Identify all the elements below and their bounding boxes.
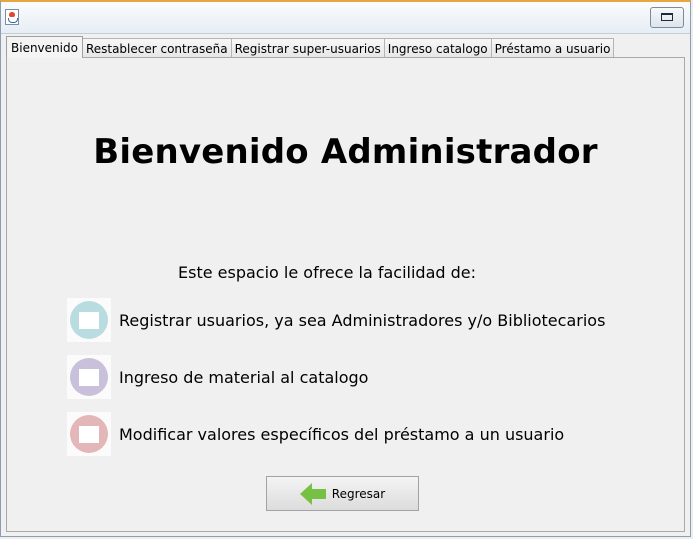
tab-bienvenido[interactable]: Bienvenido	[6, 36, 83, 58]
page-title: Bienvenido Administrador	[93, 132, 598, 172]
back-arrow-icon	[299, 482, 326, 505]
back-button[interactable]: Regresar	[266, 476, 419, 511]
feature-item-modify-loan: Modificar valores específicos del présta…	[67, 412, 564, 456]
back-button-label: Regresar	[331, 486, 386, 501]
feature-icon-box	[67, 355, 111, 399]
feature-icon-box	[67, 412, 111, 456]
java-app-icon[interactable]	[5, 9, 19, 25]
tab-registrar-super-usuarios[interactable]: Registrar super-usuarios	[230, 38, 385, 58]
tab-ingreso-catalogo[interactable]: Ingreso catalogo	[383, 38, 492, 58]
tab-bar: Bienvenido Restablecer contraseña Regist…	[6, 36, 615, 58]
maximize-icon	[661, 13, 673, 21]
feature-item-register-users: Registrar usuarios, ya sea Administrador…	[67, 298, 605, 342]
book-icon	[70, 415, 108, 453]
book-icon	[70, 358, 108, 396]
book-icon	[70, 301, 108, 339]
feature-label: Registrar usuarios, ya sea Administrador…	[119, 310, 606, 330]
feature-label: Ingreso de material al catalogo	[119, 367, 369, 387]
feature-icon-box	[67, 298, 111, 342]
tab-prestamo-usuario[interactable]: Préstamo a usuario	[490, 38, 615, 58]
title-bar[interactable]	[1, 2, 690, 34]
intro-text: Este espacio le ofrece la facilidad de:	[178, 263, 476, 282]
feature-item-catalog-input: Ingreso de material al catalogo	[67, 355, 368, 399]
tab-content-panel: Bienvenido Administrador Este espacio le…	[6, 57, 685, 532]
feature-label: Modificar valores específicos del présta…	[119, 424, 565, 444]
tab-restablecer-contrasena[interactable]: Restablecer contraseña	[81, 38, 232, 58]
maximize-button[interactable]	[650, 7, 684, 28]
